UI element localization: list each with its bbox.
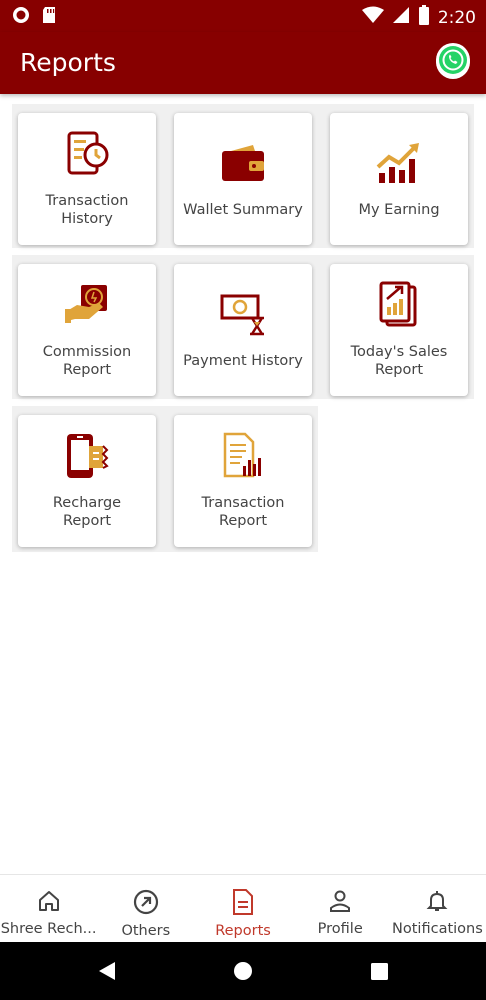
tile-payment-history[interactable]: Payment History (174, 264, 312, 396)
sales-report-icon (375, 281, 423, 329)
whatsapp-button[interactable] (436, 42, 470, 82)
tile-todays-sales-report[interactable]: Today's Sales Report (330, 264, 468, 396)
tile-wallet-summary[interactable]: Wallet Summary (174, 113, 312, 245)
status-bar: 2:20 (0, 0, 486, 32)
tile-label: Commission Report (42, 344, 132, 378)
nav-item-reports[interactable]: Reports (194, 875, 291, 942)
tile-commission-report[interactable]: Commission Report (18, 264, 156, 396)
page-title: Reports (20, 48, 116, 77)
tile-label: Wallet Summary (183, 202, 303, 218)
transaction-history-icon (63, 130, 111, 178)
wifi-icon (361, 6, 384, 29)
bottom-navigation: Shree Rech... Others Reports Profile Not… (0, 874, 486, 942)
nav-label: Shree Rech... (0, 921, 97, 937)
bell-icon (425, 889, 449, 918)
nav-item-home[interactable]: Shree Rech... (0, 875, 97, 942)
earning-chart-icon (375, 139, 423, 187)
nav-item-others[interactable]: Others (97, 875, 194, 942)
tile-transaction-history[interactable]: Transaction History (18, 113, 156, 245)
tile-recharge-report[interactable]: Recharge Report (18, 415, 156, 547)
tile-label: Today's Sales Report (350, 344, 448, 378)
battery-icon (418, 5, 430, 30)
payment-cash-icon (219, 290, 267, 338)
tile-label: Payment History (183, 353, 303, 369)
wallet-icon (219, 139, 267, 187)
person-icon (328, 889, 352, 918)
commission-hand-icon (63, 281, 111, 329)
home-icon (37, 889, 61, 918)
document-icon (231, 889, 255, 920)
record-icon (12, 6, 30, 29)
whatsapp-icon (436, 42, 470, 82)
recents-icon[interactable] (371, 963, 388, 985)
mobile-recharge-icon (63, 432, 111, 480)
system-navigation-bar (0, 942, 486, 1000)
sd-card-icon (42, 6, 56, 29)
tile-my-earning[interactable]: My Earning (330, 113, 468, 245)
signal-icon (392, 6, 410, 29)
nav-item-profile[interactable]: Profile (292, 875, 389, 942)
tile-label: Recharge Report (52, 495, 122, 529)
transaction-report-icon (219, 432, 267, 480)
tile-label: Transaction Report (201, 495, 285, 529)
back-icon[interactable] (97, 961, 117, 986)
nav-label: Reports (215, 923, 271, 939)
compass-icon (133, 889, 159, 920)
tile-transaction-report[interactable]: Transaction Report (174, 415, 312, 547)
tile-label: My Earning (358, 202, 440, 218)
nav-label: Others (121, 923, 171, 939)
nav-label: Profile (317, 921, 363, 937)
nav-item-notifications[interactable]: Notifications (389, 875, 486, 942)
home-circle-icon[interactable] (233, 961, 253, 986)
status-time: 2:20 (437, 7, 476, 28)
tile-label: Transaction History (45, 193, 129, 227)
nav-label: Notifications (392, 921, 483, 937)
app-bar: Reports (0, 32, 486, 94)
